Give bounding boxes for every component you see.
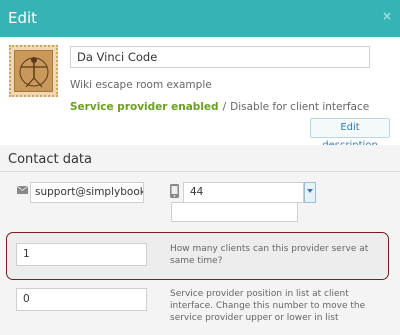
email-input[interactable]: support@simplybook.me [30,182,144,203]
provider-status: Service provider enabled / Disable for cli… [70,101,369,113]
position-help: Service provider position in list at cli… [170,289,366,323]
chevron-down-icon [307,189,313,193]
contact-section-title: Contact data [8,152,92,167]
disable-for-client-link[interactable]: Disable for client interface [230,101,369,113]
close-icon[interactable]: × [382,9,392,23]
provider-description: Wiki escape room example [70,79,212,91]
status-separator: / [222,101,227,113]
provider-summary: Da Vinci Code Wiki escape room example S… [0,37,400,151]
provider-stamp-image [9,45,58,97]
section-divider [0,171,400,172]
modal-header: Edit × [0,0,400,37]
phone-icon [170,184,179,198]
clients-capacity-input[interactable]: 1 [16,243,147,266]
phone-input[interactable]: 44 [183,182,304,203]
mail-icon [17,186,28,194]
provider-name-input[interactable]: Da Vinci Code [70,46,370,68]
edit-description-button[interactable]: Edit description [310,118,390,151]
phone-secondary-input[interactable] [171,202,298,222]
status-enabled-text: Service provider enabled [70,101,219,113]
phone-country-dropdown[interactable] [304,182,316,203]
modal-title: Edit [8,9,38,27]
position-input[interactable]: 0 [16,288,147,311]
clients-capacity-help: How many clients can this provider serve… [170,244,369,266]
